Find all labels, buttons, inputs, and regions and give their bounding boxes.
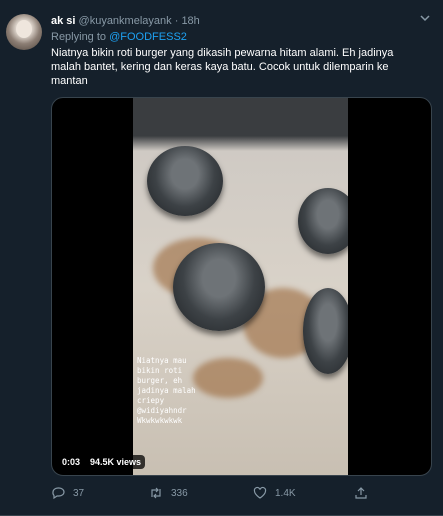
tweet-header: ak si @kuyankmelayank · 18h <box>51 15 200 27</box>
like-icon <box>253 486 267 499</box>
like-count: 1.4K <box>275 487 296 499</box>
video-player[interactable]: Niatnya mau bikin roti burger, eh jadiny… <box>51 97 432 476</box>
tweet[interactable]: ak si @kuyankmelayank · 18h Replying to … <box>0 0 443 516</box>
reply-to-link[interactable]: @FOODFESS2 <box>109 31 187 43</box>
separator-dot: · <box>174 15 179 27</box>
display-name[interactable]: ak si <box>51 15 75 27</box>
reply-button[interactable]: 37 <box>51 486 84 500</box>
retweet-button[interactable]: 336 <box>149 486 188 500</box>
reply-prefix: Replying to <box>51 31 107 43</box>
reply-count: 37 <box>73 487 85 499</box>
reply-icon <box>52 487 65 500</box>
video-caption-overlay: Niatnya mau bikin roti burger, eh jadiny… <box>137 356 196 425</box>
share-icon <box>355 487 367 499</box>
reply-context: Replying to @FOODFESS2 <box>51 31 187 43</box>
user-handle[interactable]: @kuyankmelayank <box>79 15 172 27</box>
chevron-down-icon[interactable] <box>419 12 431 27</box>
retweet-icon <box>151 487 161 499</box>
tweet-text: Niatnya bikin roti burger yang dikasih p… <box>51 47 394 87</box>
retweet-count: 336 <box>171 487 188 499</box>
avatar[interactable] <box>6 14 42 50</box>
share-button[interactable] <box>354 486 376 500</box>
like-button[interactable]: 1.4K <box>253 486 296 500</box>
video-duration: 0:03 <box>58 455 85 469</box>
tweet-actions: 37 336 1.4K <box>51 486 421 502</box>
video-views: 94.5K views <box>86 455 146 469</box>
timestamp[interactable]: 18h <box>181 15 199 27</box>
